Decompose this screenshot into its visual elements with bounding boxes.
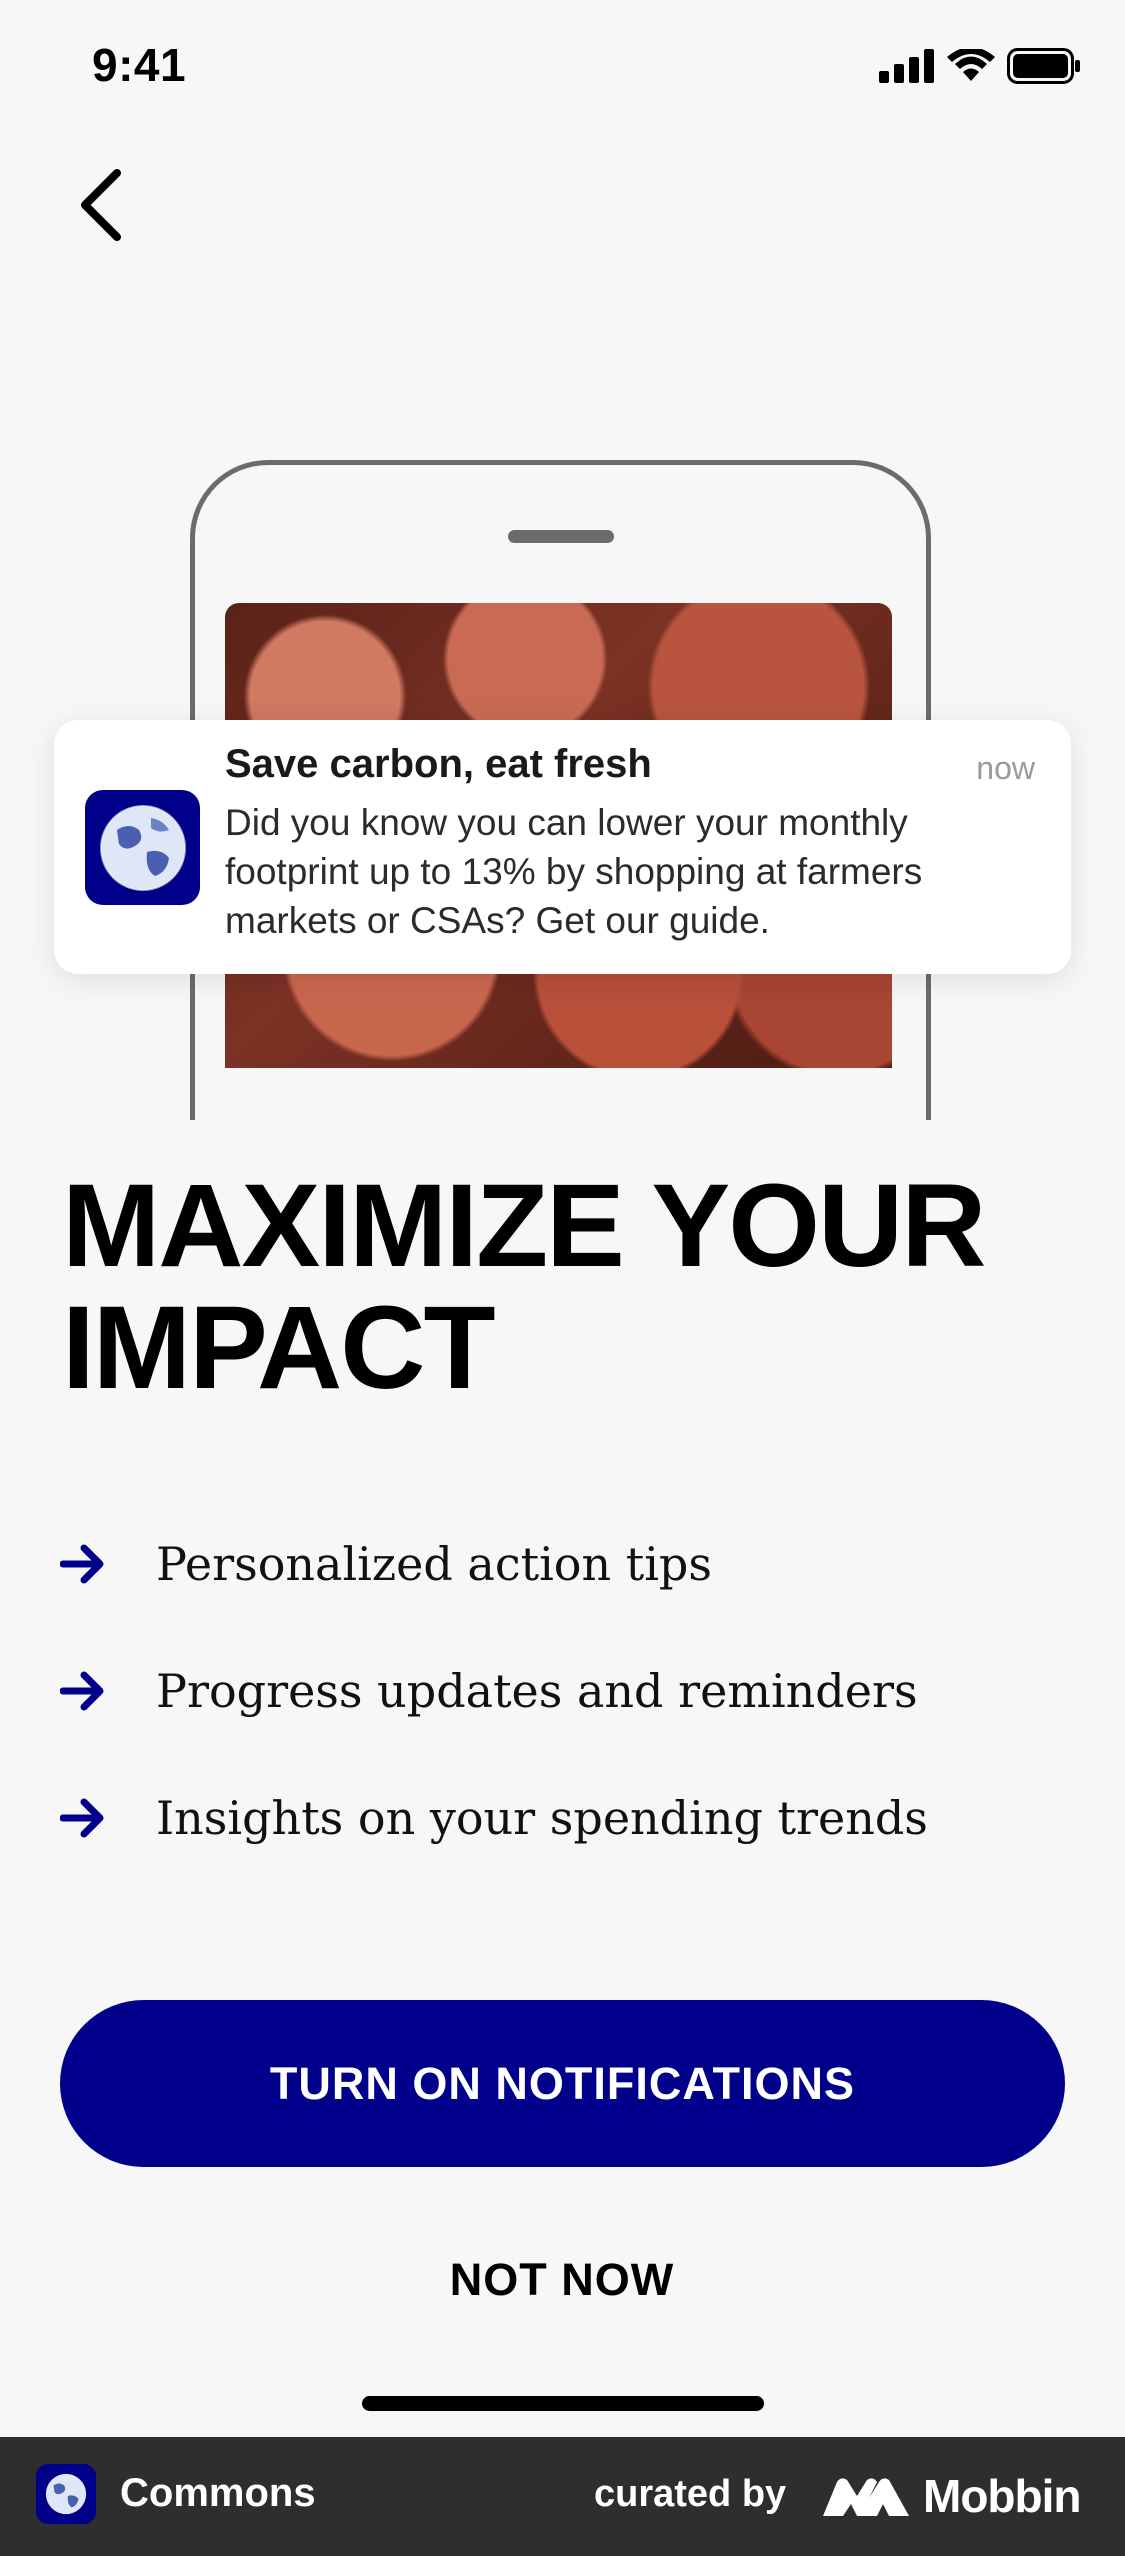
mobbin-logo-icon [823, 2478, 909, 2516]
globe-icon [45, 2473, 87, 2515]
notification-title: Save carbon, eat fresh [225, 742, 652, 786]
benefit-label: Progress updates and reminders [156, 1663, 918, 1718]
wifi-icon [947, 49, 995, 81]
chevron-left-icon [81, 169, 121, 241]
back-button[interactable] [60, 160, 140, 250]
battery-icon [1007, 48, 1080, 84]
arrow-right-icon [60, 1544, 156, 1584]
notification-body: Did you know you can lower your monthly … [225, 802, 923, 941]
status-bar: 9:41 [0, 0, 1125, 140]
app-icon [85, 790, 200, 905]
app-icon [36, 2464, 96, 2524]
notification-time: now [976, 750, 1035, 786]
phone-speaker [508, 530, 614, 543]
list-item: Progress updates and reminders [60, 1627, 1060, 1754]
mobbin-logo: Mobbin [823, 2469, 1081, 2523]
list-item: Insights on your spending trends [60, 1754, 1060, 1881]
status-time: 9:41 [92, 39, 187, 91]
page-title: MAXIMIZE YOUR IMPACT [62, 1160, 986, 1414]
benefit-label: Personalized action tips [156, 1536, 712, 1591]
home-indicator [362, 2396, 764, 2411]
globe-icon [99, 804, 186, 891]
footer-curated-by: curated by [594, 2473, 787, 2515]
footer-bar: Commons curated by Mobbin [0, 2437, 1125, 2556]
turn-on-notifications-button[interactable]: TURN ON NOTIFICATIONS [60, 2000, 1065, 2167]
status-icons [879, 48, 1081, 84]
notification-preview: Save carbon, eat fresh now Did you know … [54, 720, 1071, 974]
footer-app-name: Commons [120, 2471, 316, 2515]
not-now-button[interactable]: NOT NOW [362, 2240, 762, 2320]
benefits-list: Personalized action tips Progress update… [60, 1500, 1060, 1881]
footer-brand: Mobbin [923, 2470, 1081, 2522]
arrow-right-icon [60, 1798, 156, 1838]
cellular-signal-icon [879, 49, 934, 83]
arrow-right-icon [60, 1671, 156, 1711]
benefit-label: Insights on your spending trends [156, 1790, 928, 1845]
list-item: Personalized action tips [60, 1500, 1060, 1627]
